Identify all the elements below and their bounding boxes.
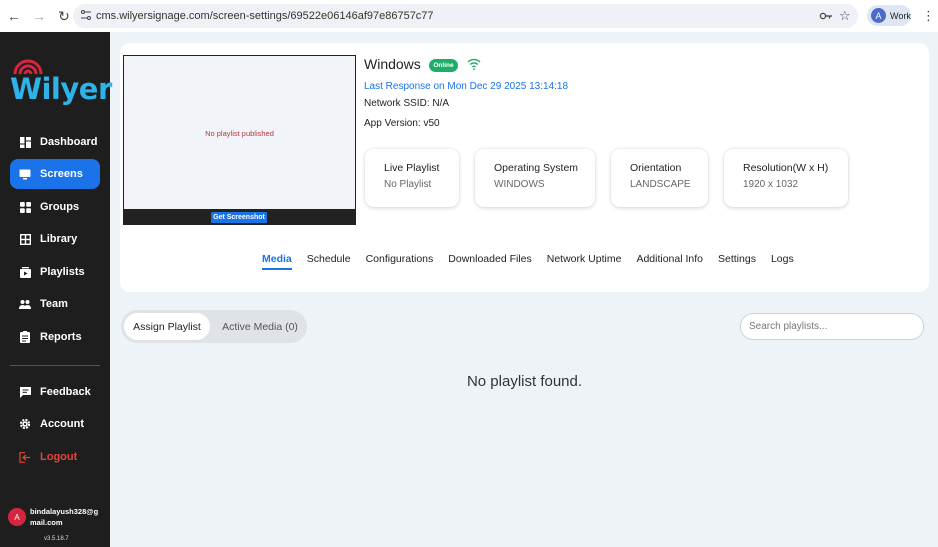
profile-label: Work (890, 10, 911, 21)
sidebar-item-label: Dashboard (40, 136, 98, 148)
browser-toolbar: ← → ↻ cms.wilyersignage.com/screen-setti… (0, 0, 938, 32)
reload-icon[interactable]: ↻ (53, 5, 75, 27)
sidebar-item-label: Account (40, 418, 84, 430)
get-screenshot-button[interactable]: Get Screenshot (211, 212, 267, 223)
sidebar: Wilyer Dashboard Screens Groups Library … (0, 32, 112, 547)
back-icon[interactable]: ← (3, 5, 25, 27)
dashboard-icon (19, 136, 31, 148)
stat-operating-system: Operating System WINDOWS (475, 149, 595, 207)
team-icon (19, 298, 31, 310)
user-avatar: A (8, 508, 26, 526)
tab-schedule[interactable]: Schedule (307, 253, 351, 268)
wilyer-logo[interactable]: Wilyer (10, 54, 112, 106)
kebab-menu-icon[interactable]: ⋮ (922, 8, 935, 24)
screen-info-card: No playlist published Get Screenshot Win… (120, 43, 929, 292)
reports-icon (19, 331, 31, 343)
tab-logs[interactable]: Logs (771, 253, 794, 268)
sidebar-item-logout[interactable]: Logout (10, 442, 100, 472)
key-icon[interactable] (819, 9, 833, 23)
stat-live-playlist: Live Playlist No Playlist (365, 149, 459, 207)
playlists-icon (19, 266, 31, 278)
stat-value: No Playlist (384, 179, 432, 190)
avatar: A (871, 8, 886, 23)
tab-media[interactable]: Media (262, 253, 292, 270)
stat-value: 1920 x 1032 (743, 179, 799, 190)
tab-configurations[interactable]: Configurations (366, 253, 434, 268)
assign-playlist-button[interactable]: Assign Playlist (124, 313, 210, 340)
sidebar-item-feedback[interactable]: Feedback (10, 377, 100, 407)
empty-state-message: No playlist found. (466, 373, 583, 390)
status-badge: Online (429, 59, 458, 72)
app-version: v3.5.18.7 (44, 536, 69, 542)
tab-network-uptime[interactable]: Network Uptime (547, 253, 622, 268)
sidebar-item-library[interactable]: Library (10, 224, 100, 254)
stat-label: Live Playlist (384, 162, 440, 174)
profile-button[interactable]: A Work (867, 5, 911, 26)
stat-label: Orientation (630, 162, 682, 174)
sidebar-item-reports[interactable]: Reports (10, 322, 100, 352)
stat-value: WINDOWS (494, 179, 545, 190)
groups-icon (19, 201, 31, 213)
screen-name: Windows (364, 56, 421, 72)
wifi-icon (467, 58, 481, 71)
sidebar-item-label: Logout (40, 451, 78, 463)
gear-icon (19, 418, 31, 430)
sidebar-item-dashboard[interactable]: Dashboard (10, 127, 100, 157)
stat-label: Operating System (494, 162, 579, 174)
sidebar-item-account[interactable]: Account (10, 409, 100, 439)
library-icon (19, 233, 31, 245)
sidebar-divider (10, 365, 100, 366)
user-profile[interactable]: A bindalayush328@gmail.com (8, 506, 104, 528)
sidebar-item-playlists[interactable]: Playlists (10, 257, 100, 287)
stat-orientation: Orientation LANDSCAPE (611, 149, 708, 207)
sidebar-item-label: Screens (40, 168, 83, 180)
search-playlists-input[interactable] (740, 313, 924, 340)
sidebar-item-label: Library (40, 233, 78, 245)
bookmark-star-icon[interactable]: ☆ (839, 8, 851, 24)
screenshot-bar: Get Screenshot (123, 210, 356, 225)
preview-message: No playlist published (205, 129, 274, 138)
logo-text: Wilyer (10, 72, 112, 106)
sidebar-item-label: Reports (40, 331, 82, 343)
media-toggle: Assign Playlist Active Media (0) (121, 310, 307, 343)
active-media-button[interactable]: Active Media (0) (220, 313, 300, 340)
screen-preview: No playlist published (123, 55, 356, 210)
sidebar-item-label: Groups (40, 201, 80, 213)
forward-icon[interactable]: → (28, 5, 50, 27)
user-email: bindalayush328@gmail.com (30, 507, 99, 527)
tab-additional-info[interactable]: Additional Info (636, 253, 703, 268)
sidebar-item-team[interactable]: Team (10, 289, 100, 319)
address-bar[interactable]: cms.wilyersignage.com/screen-settings/69… (73, 4, 858, 28)
url-text: cms.wilyersignage.com/screen-settings/69… (96, 10, 434, 22)
site-info-icon[interactable] (80, 9, 92, 21)
sidebar-item-label: Team (40, 298, 68, 310)
last-response: Last Response on Mon Dec 29 2025 13:14:1… (364, 81, 569, 92)
sidebar-item-groups[interactable]: Groups (10, 192, 100, 222)
stat-resolution: Resolution(W x H) 1920 x 1032 (724, 149, 848, 207)
app-version-info: App Version: v50 (364, 118, 440, 129)
sidebar-item-screens[interactable]: Screens (10, 159, 100, 189)
tab-downloaded-files[interactable]: Downloaded Files (448, 253, 531, 268)
screen-icon (19, 168, 31, 180)
sidebar-item-label: Feedback (40, 386, 91, 398)
tab-settings[interactable]: Settings (718, 253, 756, 268)
logout-icon (19, 451, 31, 463)
settings-tabs: Media Schedule Configurations Downloaded… (262, 253, 809, 270)
sidebar-item-label: Playlists (40, 266, 85, 278)
network-ssid: Network SSID: N/A (364, 98, 450, 109)
stat-value: LANDSCAPE (630, 179, 691, 190)
feedback-icon (19, 386, 31, 398)
stat-label: Resolution(W x H) (743, 162, 829, 174)
